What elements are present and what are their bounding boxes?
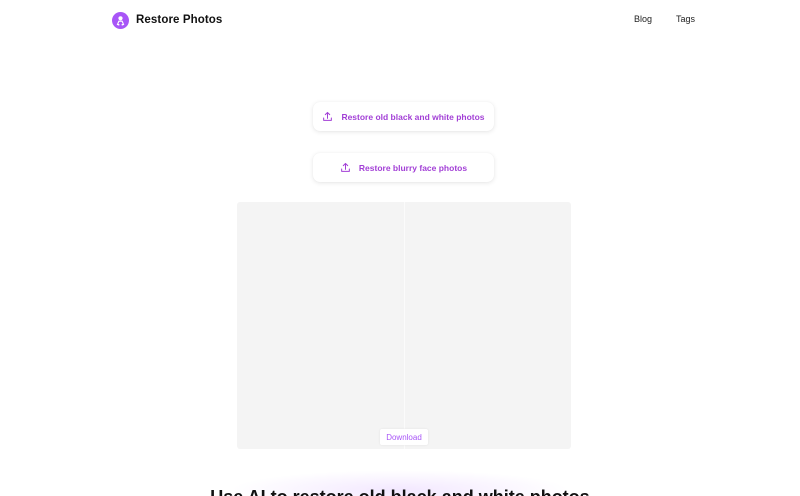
hero-title: Use AI to restore old black and white ph… — [0, 487, 800, 496]
upload-icon — [340, 162, 351, 173]
restore-bw-label: Restore old black and white photos — [341, 111, 485, 122]
upload-icon — [322, 111, 333, 122]
comparison-slider-handle[interactable] — [404, 202, 405, 449]
restore-face-label: Restore blurry face photos — [358, 162, 468, 173]
restore-bw-button[interactable]: Restore old black and white photos — [313, 102, 494, 131]
person-logo-icon — [112, 11, 129, 29]
nav-tags-link[interactable]: Tags — [676, 14, 695, 24]
download-button[interactable]: Download — [380, 429, 428, 445]
site-header: Restore Photos Blog Tags — [0, 0, 800, 40]
top-nav: Blog Tags — [634, 14, 695, 24]
brand-name: Restore Photos — [136, 14, 223, 26]
brand-link[interactable]: Restore Photos — [112, 11, 222, 29]
restore-face-button[interactable]: Restore blurry face photos — [313, 153, 494, 182]
before-after-viewer[interactable] — [237, 202, 571, 449]
page: Restore Photos Blog Tags Restore old bla… — [0, 0, 800, 496]
nav-blog-link[interactable]: Blog — [634, 14, 652, 24]
